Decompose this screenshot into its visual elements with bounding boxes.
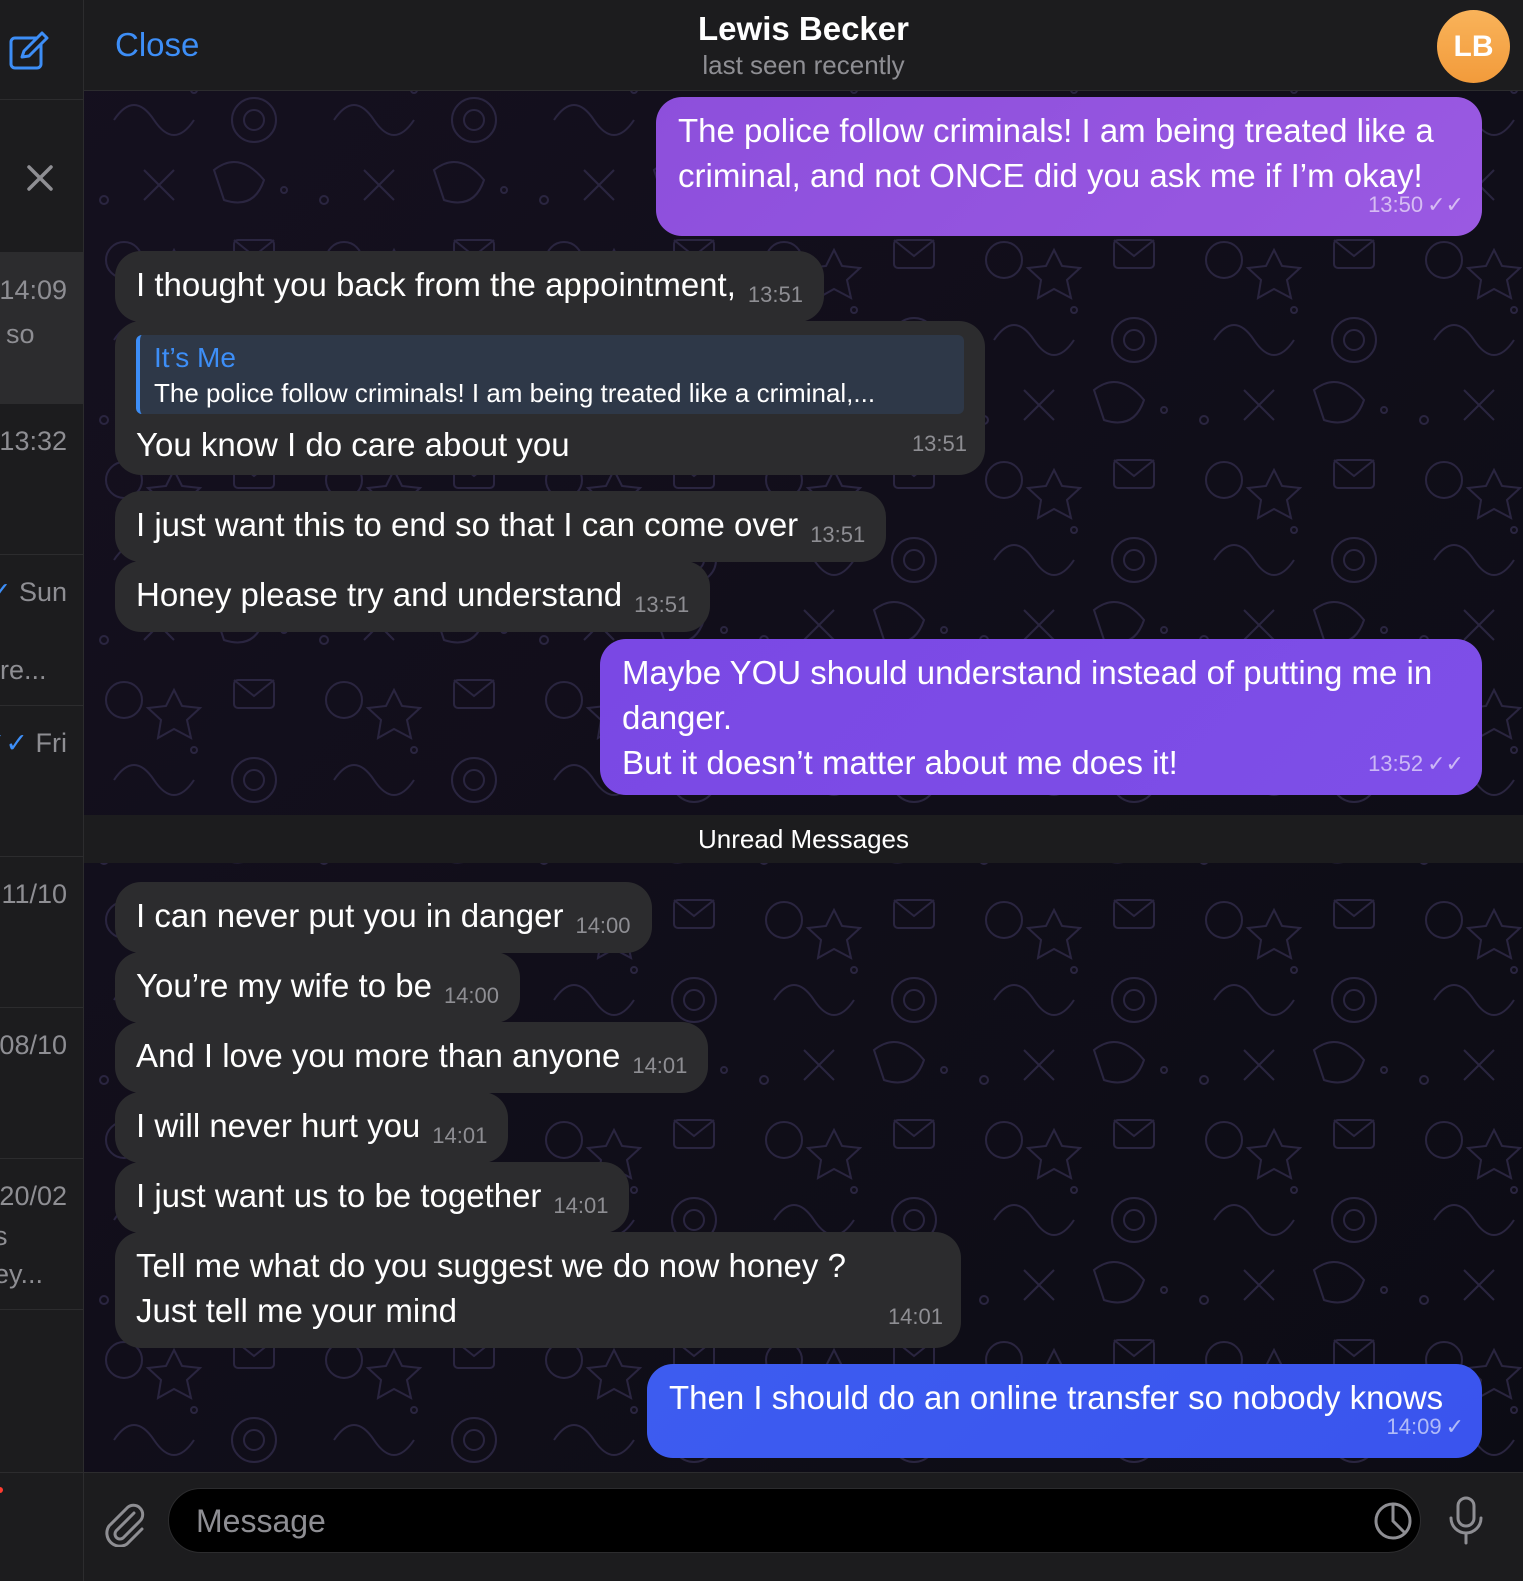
message-time: 13:50 xyxy=(1368,192,1424,217)
notification-dot xyxy=(0,1487,3,1493)
chat-list-item[interactable]: 13:32 xyxy=(0,404,83,555)
chat-time: ✓ Sun xyxy=(0,577,67,608)
message-text-line2: But it doesn’t matter about me does it! xyxy=(622,744,1178,781)
message-text: I just want us to be together xyxy=(136,1177,542,1214)
message-input-bar xyxy=(84,1472,1523,1581)
chat-header: Close Lewis Becker last seen recently LB xyxy=(84,0,1523,91)
outgoing-message[interactable]: Maybe YOU should understand instead of p… xyxy=(600,639,1482,795)
message-time: 14:00 xyxy=(575,913,631,938)
message-field[interactable] xyxy=(168,1488,1421,1554)
message-time: 14:01 xyxy=(432,1123,488,1148)
read-check-icon: ✓ xyxy=(0,577,19,607)
single-check-icon: ✓ xyxy=(1445,1414,1464,1439)
message-time: 14:01 xyxy=(887,1304,943,1329)
microphone-icon[interactable] xyxy=(1446,1496,1486,1546)
message-text: I will never hurt you xyxy=(136,1107,421,1144)
contact-name[interactable]: Lewis Becker xyxy=(84,10,1523,48)
message-time: 14:01 xyxy=(632,1053,688,1078)
message-text: The police follow criminals! I am being … xyxy=(678,112,1434,194)
incoming-message[interactable]: And I love you more than anyone 14:01 xyxy=(115,1022,709,1093)
chat-snippet: so xyxy=(6,319,35,349)
chat-time: 20/02 xyxy=(0,1181,67,1211)
chat-time: 14:09 xyxy=(0,275,67,305)
incoming-message[interactable]: I can never put you in danger 14:00 xyxy=(115,882,652,953)
message-text: Honey please try and understand xyxy=(136,576,623,613)
close-icon[interactable] xyxy=(24,162,56,194)
chat-time-label: Sun xyxy=(18,577,67,607)
timer-icon[interactable] xyxy=(1371,1499,1415,1543)
compose-icon[interactable] xyxy=(8,30,50,72)
chat-list-item[interactable]: ✓✓ Fri xyxy=(0,706,83,857)
contact-status: last seen recently xyxy=(702,50,905,80)
chat-time: 11/10 xyxy=(1,879,67,909)
chat-area: Close Lewis Becker last seen recently LB… xyxy=(84,0,1523,1581)
message-text: And I love you more than anyone xyxy=(136,1037,621,1074)
message-text: You know I do care about you xyxy=(136,426,570,463)
message-meta: 14:09 ✓ xyxy=(1387,1404,1465,1449)
message-text: Maybe YOU should understand instead of p… xyxy=(622,654,1433,736)
message-text: Tell me what do you suggest we do now ho… xyxy=(136,1247,846,1329)
double-check-icon: ✓✓ xyxy=(1427,192,1464,217)
reply-quote[interactable]: It’s Me The police follow criminals! I a… xyxy=(136,335,964,414)
chat-list-item[interactable]: 14:09 so xyxy=(0,253,83,404)
incoming-message[interactable]: I just want us to be together 14:01 xyxy=(115,1162,630,1233)
message-time: 13:51 xyxy=(911,431,967,456)
chat-snippet: ey... xyxy=(0,1259,44,1289)
sidebar-header xyxy=(0,0,83,100)
avatar[interactable]: LB xyxy=(1437,10,1510,83)
message-time: 13:52 xyxy=(1368,751,1424,776)
message-text: I can never put you in danger xyxy=(136,897,564,934)
chat-snippet: re... xyxy=(0,655,47,685)
incoming-message[interactable]: Tell me what do you suggest we do now ho… xyxy=(115,1232,961,1348)
chat-time: 13:32 xyxy=(0,426,67,456)
message-time: 13:51 xyxy=(810,522,866,547)
message-time: 13:51 xyxy=(747,282,803,307)
incoming-message[interactable]: I thought you back from the appointment,… xyxy=(115,251,824,322)
message-meta: 13:52 ✓✓ xyxy=(1368,741,1464,786)
message-input[interactable] xyxy=(194,1489,1348,1554)
outgoing-message[interactable]: The police follow criminals! I am being … xyxy=(656,97,1482,236)
chat-list-item[interactable]: ✓ Sun re... xyxy=(0,555,83,706)
incoming-message[interactable]: I just want this to end so that I can co… xyxy=(115,491,887,562)
message-text: You’re my wife to be xyxy=(136,967,432,1004)
chat-list-item[interactable]: 08/10 xyxy=(0,1008,83,1159)
incoming-message[interactable]: I will never hurt you 14:01 xyxy=(115,1092,509,1163)
message-time: 13:51 xyxy=(634,592,690,617)
message-time: 14:00 xyxy=(443,983,499,1008)
double-check-icon: ✓✓ xyxy=(1427,751,1464,776)
reply-author: It’s Me xyxy=(154,342,236,373)
message-time: 14:01 xyxy=(553,1193,609,1218)
double-check-icon: ✓✓ xyxy=(0,728,29,758)
chat-list-sidebar: 14:09 so 13:32 ✓ Sun re... ✓✓ Fri 11/10 … xyxy=(0,0,84,1581)
message-time: 14:09 xyxy=(1386,1414,1442,1439)
incoming-message[interactable]: You’re my wife to be 14:00 xyxy=(115,952,520,1023)
chat-snippet: s xyxy=(0,1221,8,1252)
chat-time: 08/10 xyxy=(0,1030,67,1060)
message-text: Then I should do an online transfer so n… xyxy=(669,1379,1444,1416)
message-meta: 13:50 ✓✓ xyxy=(1368,182,1464,227)
chat-list-item[interactable]: 11/10 xyxy=(0,857,83,1008)
incoming-message[interactable]: Honey please try and understand 13:51 xyxy=(115,561,711,632)
sidebar-search-row xyxy=(0,100,83,253)
chat-time-label: Fri xyxy=(35,728,67,758)
reply-snippet: The police follow criminals! I am being … xyxy=(154,378,876,408)
incoming-message[interactable]: It’s Me The police follow criminals! I a… xyxy=(115,321,985,475)
sidebar-footer xyxy=(0,1472,83,1581)
message-text: I thought you back from the appointment, xyxy=(136,266,736,303)
chat-list-item[interactable]: 20/02 s ey... xyxy=(0,1159,83,1310)
message-text: I just want this to end so that I can co… xyxy=(136,506,799,543)
chat-time: ✓✓ Fri xyxy=(0,728,67,759)
paperclip-icon[interactable] xyxy=(100,1499,148,1547)
unread-messages-divider: Unread Messages xyxy=(84,815,1523,863)
outgoing-message[interactable]: Then I should do an online transfer so n… xyxy=(647,1364,1482,1458)
